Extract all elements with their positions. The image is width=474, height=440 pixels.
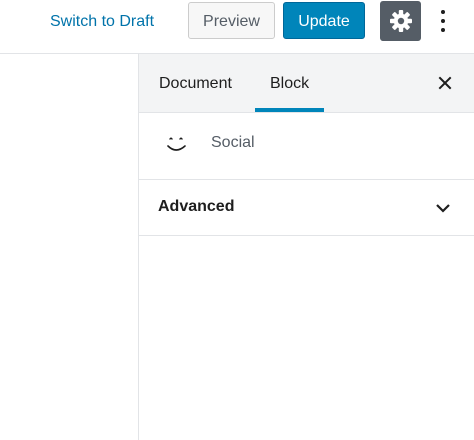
tab-block-label: Block: [270, 75, 310, 92]
preview-button[interactable]: Preview: [188, 2, 275, 39]
ellipsis-dot: [441, 10, 445, 14]
ellipsis-dot: [441, 28, 445, 32]
sidebar-tabs: Document Block: [139, 54, 474, 113]
block-title: Social: [211, 134, 255, 151]
editor-header: Switch to Draft Preview Update: [0, 0, 474, 54]
advanced-panel-toggle[interactable]: Advanced: [139, 180, 474, 236]
switch-to-draft-button[interactable]: Switch to Draft: [40, 8, 164, 36]
block-card: Social: [139, 113, 474, 180]
tab-block[interactable]: Block: [255, 54, 325, 112]
settings-sidebar: Document Block Social Advanced: [138, 54, 474, 440]
close-icon: [438, 76, 452, 90]
chevron-down-icon: [436, 204, 450, 213]
gear-icon: [390, 10, 412, 32]
smiley-icon: [167, 137, 186, 151]
advanced-panel-title: Advanced: [158, 198, 235, 215]
tab-document[interactable]: Document: [159, 54, 232, 112]
close-sidebar-button[interactable]: [435, 73, 455, 93]
settings-button[interactable]: [380, 1, 421, 41]
update-button[interactable]: Update: [283, 2, 365, 39]
more-options-button[interactable]: [433, 4, 453, 38]
active-tab-indicator: [255, 108, 325, 112]
ellipsis-dot: [441, 19, 445, 23]
